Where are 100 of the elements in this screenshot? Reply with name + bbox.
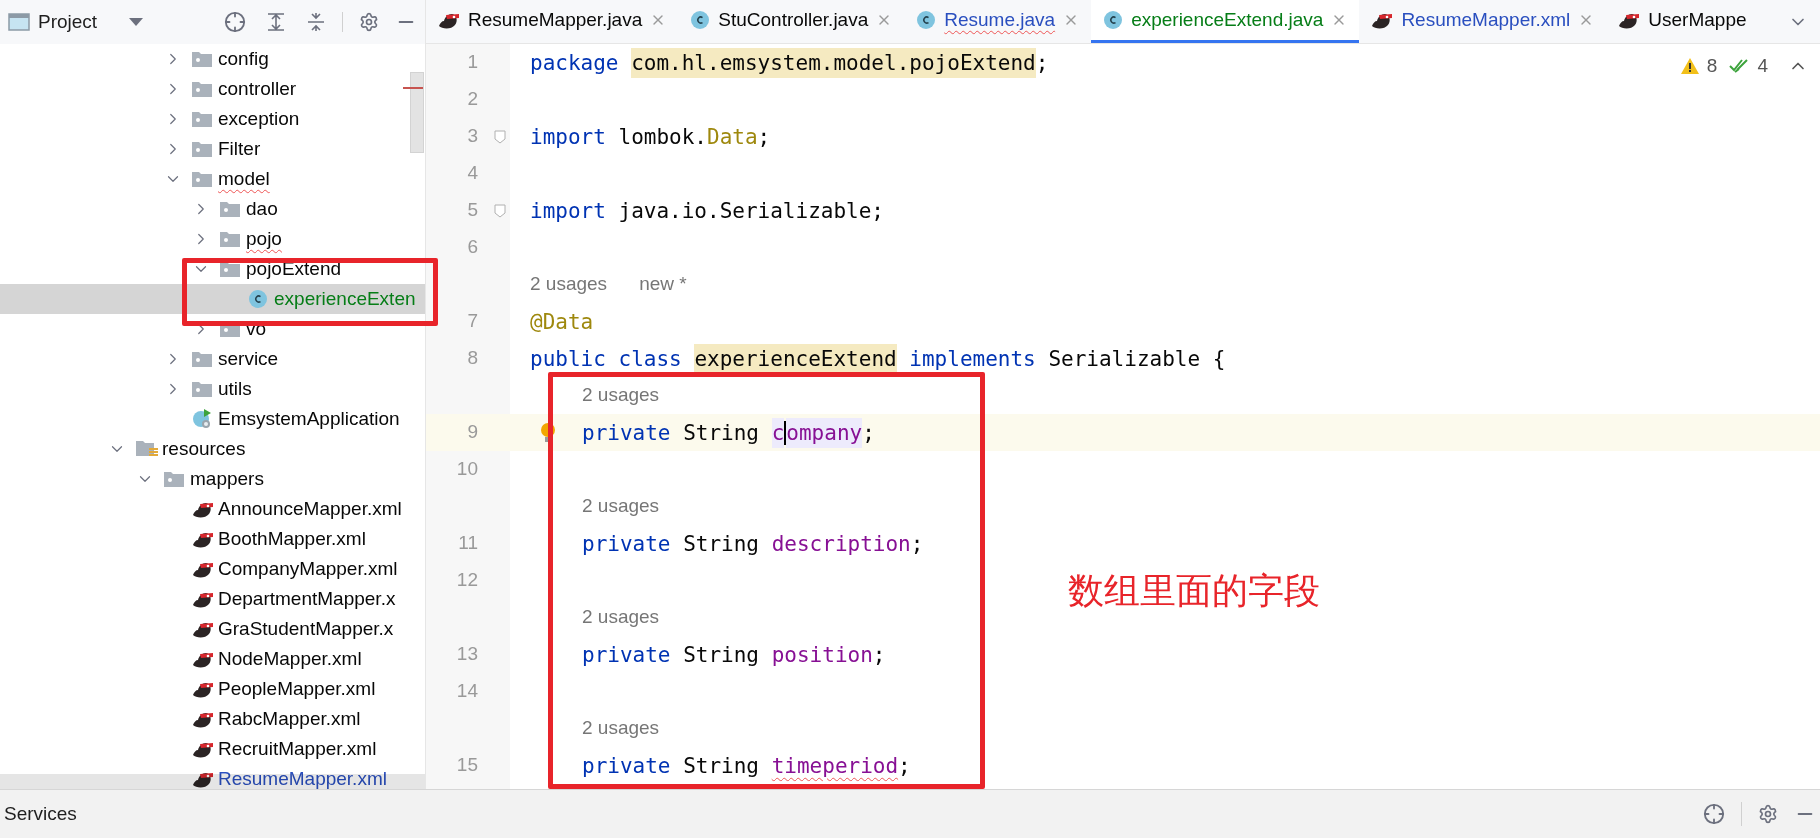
folder-icon (220, 231, 240, 247)
code-token: c (771, 417, 785, 448)
line-number: 14 (455, 679, 478, 704)
class-icon (1103, 10, 1124, 30)
warning-count[interactable]: 8 (1706, 52, 1718, 81)
double-check-icon[interactable] (1729, 58, 1750, 75)
tab-label: StuController.java (718, 7, 869, 32)
weak-warning-count[interactable]: 4 (1757, 52, 1768, 81)
folder-icon (164, 471, 184, 487)
error-stripe-mark (403, 87, 423, 89)
code-token: implements (908, 345, 1036, 373)
tree-item[interactable]: EmsystemApplication (0, 404, 425, 434)
line-number: 3 (466, 124, 478, 149)
resources-folder-icon (136, 440, 158, 458)
tree-item-label: GraStudentMapper.x (218, 616, 394, 641)
code-token: String (682, 752, 761, 780)
editor-tab[interactable]: ResumeMapper.java (426, 0, 679, 43)
tree-item[interactable]: pojoExtend (0, 254, 425, 284)
locate-icon[interactable] (224, 11, 246, 33)
usage-hint[interactable]: 2 usages (582, 714, 660, 743)
code-editor[interactable] (426, 44, 1820, 789)
horizontal-scrollbar[interactable] (0, 774, 425, 789)
code-token: public class (530, 345, 683, 373)
usage-hint[interactable]: new * (639, 270, 687, 299)
tree-item-label: service (218, 346, 279, 371)
tree-item[interactable]: model (0, 164, 425, 194)
code-token: Serializable { (1047, 345, 1226, 373)
editor-tab[interactable]: experienceExtend.java (1091, 0, 1360, 43)
tree-item[interactable]: BoothMapper.xml (0, 524, 425, 554)
line-number: 13 (455, 642, 478, 667)
line-number: 12 (455, 568, 478, 593)
tree-item[interactable]: service (0, 344, 425, 374)
vertical-scrollbar[interactable] (410, 72, 424, 153)
tree-item[interactable]: CompanyMapper.xml (0, 554, 425, 584)
usage-hint[interactable]: 2 usages (582, 492, 660, 521)
line-number: 11 (457, 531, 478, 556)
settings-icon[interactable] (1758, 804, 1778, 824)
tree-item[interactable]: Filter (0, 134, 425, 164)
folder-icon (192, 171, 212, 187)
code-token: String (682, 530, 761, 558)
collapse-all-icon[interactable] (306, 12, 326, 32)
tree-item[interactable]: ResumeMapper.xml (0, 764, 425, 789)
class-icon (690, 10, 711, 30)
tree-item[interactable]: controller (0, 74, 425, 104)
tree-item-label: RabcMapper.xml (218, 706, 361, 731)
tree-item-label: exception (218, 106, 300, 131)
code-token: package (530, 49, 620, 77)
code-token: import (530, 197, 606, 225)
tree-item[interactable]: RabcMapper.xml (0, 704, 425, 734)
locate-icon[interactable] (1703, 803, 1725, 825)
tree-item[interactable]: RecruitMapper.xml (0, 734, 425, 764)
editor-tab[interactable]: Resume.java (904, 0, 1092, 43)
tree-item[interactable]: mappers (0, 464, 425, 494)
tree-item[interactable]: config (0, 44, 425, 74)
usage-hint[interactable]: 2 usages (582, 603, 660, 632)
code-token: String (682, 641, 761, 669)
code-token: ; (757, 123, 771, 151)
folder-icon (220, 201, 240, 217)
tree-item[interactable]: GraStudentMapper.x (0, 614, 425, 644)
line-number: 6 (466, 235, 478, 260)
class-icon (248, 289, 268, 309)
tree-item[interactable]: pojo (0, 224, 425, 254)
code-token: lombok. (617, 123, 707, 151)
panel-title[interactable]: Project (38, 7, 98, 37)
editor-tab[interactable]: UserMappe (1606, 0, 1759, 43)
code-token: private (582, 752, 671, 780)
tree-item-label: EmsystemApplication (218, 406, 400, 431)
tree-item[interactable]: experienceExten (0, 284, 425, 314)
editor-tab[interactable]: StuController.java (678, 0, 905, 43)
usage-hint[interactable]: 2 usages (530, 270, 608, 299)
folder-icon (192, 111, 212, 127)
tree-item-label: NodeMapper.xml (218, 646, 362, 671)
code-token: description (771, 530, 911, 558)
tree-item[interactable]: resources (0, 434, 425, 464)
code-token: Data (707, 123, 758, 151)
tool-window-title[interactable]: Services (4, 799, 77, 829)
tree-item-label: CompanyMapper.xml (218, 556, 398, 581)
window-icon (8, 13, 30, 31)
tree-item[interactable]: exception (0, 104, 425, 134)
tree-item[interactable]: NodeMapper.xml (0, 644, 425, 674)
bulb-icon[interactable] (540, 421, 556, 444)
tree-item[interactable]: AnnounceMapper.xml (0, 494, 425, 524)
code-token: private (582, 530, 671, 558)
tree-item[interactable]: dao (0, 194, 425, 224)
expand-all-icon[interactable] (266, 12, 286, 32)
caret-icon[interactable] (129, 18, 144, 26)
code-token: ; (910, 530, 924, 558)
folder-icon (192, 141, 212, 157)
usage-hint[interactable]: 2 usages (582, 381, 660, 410)
folder-icon (192, 351, 212, 367)
warning-icon[interactable] (1680, 58, 1699, 75)
tree-item-label: mappers (190, 466, 264, 491)
tree-item[interactable]: PeopleMapper.xml (0, 674, 425, 704)
tree-item[interactable]: utils (0, 374, 425, 404)
tree-item[interactable]: DepartmentMapper.x (0, 584, 425, 614)
tree-item-label: PeopleMapper.xml (218, 676, 376, 701)
settings-icon[interactable] (359, 12, 379, 32)
code-token: com.hl.emsystem.model.pojoExtend (631, 47, 1036, 78)
line-number: 8 (466, 346, 478, 371)
editor-tab[interactable]: ResumeMapper.xml (1359, 0, 1607, 43)
